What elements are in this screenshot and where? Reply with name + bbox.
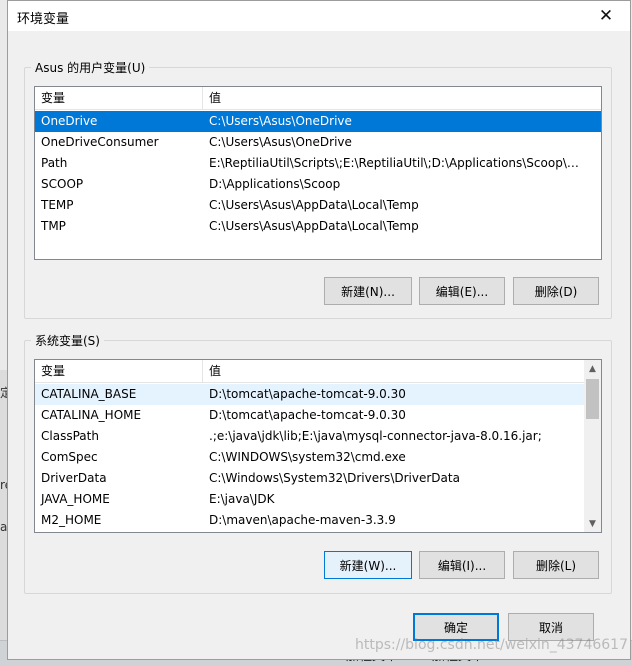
system-variables-label: 系统变量(S)	[31, 332, 104, 349]
variable-name-cell: Path	[41, 156, 68, 170]
column-header-variable[interactable]: 变量	[35, 87, 203, 110]
variable-name-cell: TEMP	[41, 198, 74, 212]
list-body: OneDrive C:\Users\Asus\OneDrive OneDriveCo…	[35, 111, 601, 237]
close-icon: ✕	[598, 6, 614, 26]
variable-name-cell: ComSpec	[41, 450, 98, 464]
system-delete-button[interactable]: 删除(L)	[513, 551, 599, 579]
column-header-value[interactable]: 值	[203, 360, 583, 383]
scrollbar-thumb[interactable]	[586, 379, 599, 419]
variable-value-cell: C:\Users\Asus\AppData\Local\Temp	[209, 219, 419, 233]
variable-value-cell: C:\WINDOWS\system32\cmd.exe	[209, 450, 406, 464]
variable-name-cell: CATALINA_HOME	[41, 408, 142, 422]
user-variables-label: Asus 的用户变量(U)	[31, 59, 150, 76]
scroll-down-icon[interactable]: ▼	[584, 515, 601, 532]
list-header: 变量 值	[35, 87, 601, 110]
scroll-up-icon[interactable]: ▲	[584, 360, 601, 377]
variable-value-cell: E:\ReptiliaUtil\Scripts\;E:\ReptiliaUtil…	[209, 156, 579, 170]
ok-button[interactable]: 确定	[413, 613, 499, 641]
variable-name-cell: M2_HOME	[41, 513, 102, 527]
variable-name-cell: ClassPath	[41, 429, 99, 443]
table-row[interactable]: TEMP C:\Users\Asus\AppData\Local\Temp	[35, 195, 601, 216]
environment-variables-dialog: 环境变量 ✕ Asus 的用户变量(U) 变量 值 OneDrive C:\Use…	[7, 0, 631, 660]
variable-name-cell: OneDrive	[41, 114, 98, 128]
variable-value-cell: D:\tomcat\apache-tomcat-9.0.30	[209, 408, 406, 422]
variable-value-cell: D:\maven\apache-maven-3.3.9	[209, 513, 396, 527]
table-row[interactable]: JAVA_HOME E:\java\JDK	[35, 489, 584, 510]
variable-name-cell: CATALINA_BASE	[41, 387, 137, 401]
variable-value-cell: E:\java\JDK	[209, 492, 275, 506]
user-delete-button[interactable]: 删除(D)	[513, 277, 599, 305]
table-row[interactable]: Path E:\ReptiliaUtil\Scripts\;E:\Reptilia…	[35, 153, 601, 174]
table-row[interactable]: ClassPath .;e:\java\jdk\lib;E:\java\mysql…	[35, 426, 584, 447]
variable-value-cell: C:\Users\Asus\OneDrive	[209, 114, 352, 128]
list-body: CATALINA_BASE D:\tomcat\apache-tomcat-9.0…	[35, 384, 584, 531]
variable-value-cell: D:\Applications\Scoop	[209, 177, 341, 191]
table-row[interactable]: CATALINA_BASE D:\tomcat\apache-tomcat-9.0…	[35, 384, 584, 405]
variable-name-cell: SCOOP	[41, 177, 84, 191]
title-bar: 环境变量 ✕	[8, 1, 630, 31]
table-row[interactable]: OneDrive C:\Users\Asus\OneDrive	[35, 111, 601, 132]
variable-value-cell: C:\Users\Asus\AppData\Local\Temp	[209, 198, 419, 212]
cancel-button[interactable]: 取消	[508, 613, 594, 641]
variable-name-cell: TMP	[41, 219, 66, 233]
dialog-title: 环境变量	[17, 12, 70, 27]
table-row[interactable]: CATALINA_HOME D:\tomcat\apache-tomcat-9.0…	[35, 405, 584, 426]
system-edit-button[interactable]: 编辑(I)...	[419, 551, 505, 579]
column-header-value[interactable]: 值	[203, 87, 583, 110]
variable-name-cell: DriverData	[41, 471, 107, 485]
table-row[interactable]: ComSpec C:\WINDOWS\system32\cmd.exe	[35, 447, 584, 468]
user-new-button[interactable]: 新建(N)...	[324, 277, 412, 305]
user-variables-list[interactable]: 变量 值 OneDrive C:\Users\Asus\OneDrive OneDr…	[34, 86, 602, 260]
variable-value-cell: D:\tomcat\apache-tomcat-9.0.30	[209, 387, 406, 401]
table-row[interactable]: M2_HOME D:\maven\apache-maven-3.3.9	[35, 510, 584, 531]
vertical-scrollbar[interactable]: ▲ ▼	[584, 360, 601, 532]
variable-name-cell: OneDriveConsumer	[41, 135, 159, 149]
list-header: 变量 值	[35, 360, 584, 383]
column-header-variable[interactable]: 变量	[35, 360, 203, 383]
background-window-left	[0, 370, 7, 650]
variable-value-cell: .;e:\java\jdk\lib;E:\java\mysql-connecto…	[209, 429, 542, 443]
table-row[interactable]: DriverData C:\Windows\System32\Drivers\Dr…	[35, 468, 584, 489]
user-edit-button[interactable]: 编辑(E)...	[419, 277, 505, 305]
close-button[interactable]: ✕	[584, 1, 628, 31]
table-row[interactable]: OneDriveConsumer C:\Users\Asus\OneDrive	[35, 132, 601, 153]
system-variables-list[interactable]: 变量 值 CATALINA_BASE D:\tomcat\apache-tomca…	[34, 359, 602, 533]
variable-value-cell: C:\Windows\System32\Drivers\DriverData	[209, 471, 460, 485]
variable-value-cell: C:\Users\Asus\OneDrive	[209, 135, 352, 149]
table-row[interactable]: SCOOP D:\Applications\Scoop	[35, 174, 601, 195]
table-row[interactable]: TMP C:\Users\Asus\AppData\Local\Temp	[35, 216, 601, 237]
variable-name-cell: JAVA_HOME	[41, 492, 110, 506]
system-new-button[interactable]: 新建(W)...	[324, 551, 412, 579]
